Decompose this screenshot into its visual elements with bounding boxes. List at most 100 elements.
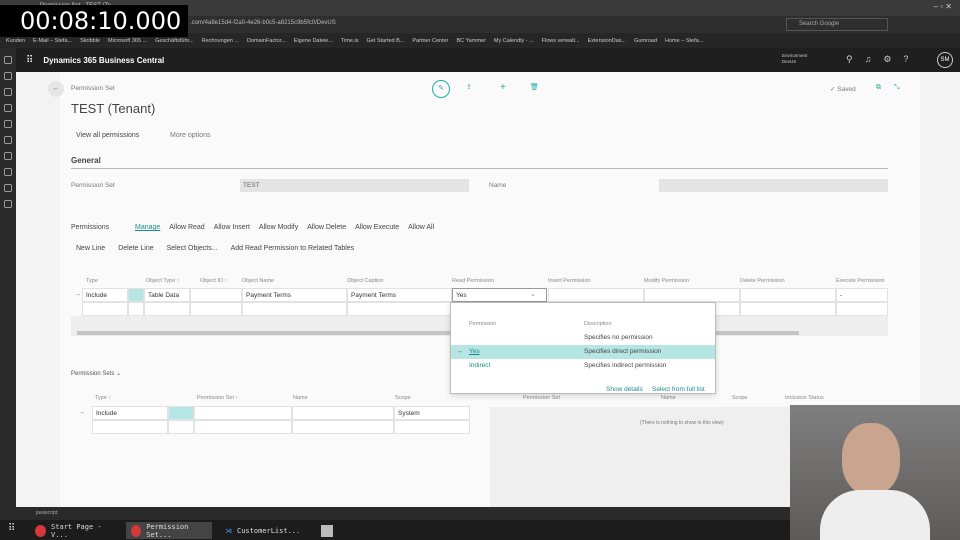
bookmark-item[interactable]: Time.is: [341, 38, 359, 44]
bookmark-item[interactable]: Geschäftsführ...: [155, 38, 194, 44]
cell: [194, 420, 292, 434]
avatar[interactable]: SM: [937, 52, 953, 68]
cell-text: Include: [86, 292, 107, 299]
cell: [548, 288, 644, 302]
bookmark-item[interactable]: Flows verwalt...: [542, 38, 580, 44]
cell-object-caption: Payment Terms: [347, 288, 452, 302]
column-header[interactable]: Read Permission: [452, 278, 494, 284]
bookmark-item[interactable]: DomainFactor...: [247, 38, 286, 44]
bookmark-item[interactable]: Partner Center: [412, 38, 448, 44]
column-header[interactable]: Modify Permission: [644, 278, 689, 284]
share-icon[interactable]: ⇪: [466, 83, 472, 91]
option-permission[interactable]: Indirect: [469, 362, 490, 369]
column-header[interactable]: Object Type ↑: [146, 278, 180, 284]
chevron-down-icon[interactable]: ⌄: [530, 290, 536, 298]
cell: [292, 420, 394, 434]
view-all-permissions-button[interactable]: View all permissions: [76, 132, 139, 139]
column-header[interactable]: Permission Set ↑: [197, 395, 238, 401]
translate-icon[interactable]: [4, 136, 12, 144]
tab-allow-insert[interactable]: Allow Insert: [214, 224, 250, 231]
action-button[interactable]: Select Objects...: [167, 245, 218, 252]
name-field[interactable]: [659, 179, 888, 192]
tab-allow-all[interactable]: Allow All: [408, 224, 434, 231]
select-from-full-list-link[interactable]: Select from full list: [652, 386, 705, 393]
cell: [394, 420, 470, 434]
header-icons[interactable]: ⚲♫⚙?: [846, 54, 920, 65]
taskbar-item[interactable]: [316, 522, 338, 539]
vivaldi-icon[interactable]: [4, 200, 12, 208]
bookmark-item[interactable]: Gumroad: [634, 38, 657, 44]
column-header[interactable]: Type: [86, 278, 98, 284]
taskbar-item[interactable]: Start Page - V...: [30, 522, 122, 539]
bookmark-item[interactable]: Home – Stefa...: [665, 38, 703, 44]
url-text[interactable]: .com/4a8e15d4-f2a0-4e26-b0c5-a8215c9b5fc…: [190, 20, 336, 26]
dropdown-option[interactable]: Specifies no permission: [451, 331, 715, 345]
start-icon[interactable]: ⠿: [8, 523, 15, 534]
option-permission[interactable]: Yes: [469, 348, 480, 355]
bookmark-icon[interactable]: [4, 56, 12, 64]
cell-text: Table Data: [148, 292, 180, 299]
bookmark-item[interactable]: Microsoft 365 ...: [108, 38, 147, 44]
dropdown-option[interactable]: Indirect Specifies indirect permission: [451, 359, 715, 373]
tab-allow-read[interactable]: Allow Read: [169, 224, 204, 231]
chat-icon[interactable]: [4, 168, 12, 176]
cell: [740, 288, 836, 302]
bookmark-item[interactable]: Rechnungen ...: [202, 38, 239, 44]
history-icon[interactable]: [4, 104, 12, 112]
window-controls[interactable]: – ▫ ✕: [934, 2, 952, 11]
taskbar-item[interactable]: Permission Set...: [126, 522, 212, 539]
column-header[interactable]: Delete Permission: [740, 278, 785, 284]
cell-text: -: [840, 292, 843, 299]
bookmark-item[interactable]: Get Started B...: [366, 38, 404, 44]
bookmark-item[interactable]: BC Yammer: [456, 38, 485, 44]
mastodon-icon[interactable]: [4, 184, 12, 192]
bookmark-item[interactable]: Eigene Dateie...: [294, 38, 333, 44]
cell-text: Yes: [456, 292, 467, 299]
delete-icon[interactable]: 🗑: [530, 83, 539, 91]
action-button[interactable]: Add Read Permission to Related Tables: [231, 245, 355, 252]
bookmark-item[interactable]: Kunden: [6, 38, 25, 44]
column-header[interactable]: Insert Permission: [548, 278, 591, 284]
column-header[interactable]: Execute Permission: [836, 278, 885, 284]
environment-badge[interactable]: Environment DevUS: [782, 53, 807, 65]
app-launcher-icon[interactable]: ⠿: [26, 55, 33, 66]
download-icon[interactable]: [4, 88, 12, 96]
column-header[interactable]: Object Caption: [347, 278, 383, 284]
tab-manage[interactable]: Manage: [135, 224, 160, 231]
notes-icon[interactable]: [4, 120, 12, 128]
bookmark-item[interactable]: E-Mail – Stefa...: [33, 38, 72, 44]
dropdown-option[interactable]: → Yes Specifies direct permission: [451, 345, 715, 359]
permission-set-field[interactable]: TEST: [240, 179, 469, 192]
show-details-link[interactable]: Show details: [606, 386, 643, 393]
search-input[interactable]: Search Google: [786, 18, 888, 31]
window-icon[interactable]: [4, 152, 12, 160]
bookmark-item[interactable]: My Calendly - ...: [494, 38, 534, 44]
action-button[interactable]: Delete Line: [118, 245, 153, 252]
add-icon[interactable]: +: [500, 82, 506, 93]
column-header[interactable]: Type ↑: [95, 395, 111, 401]
more-options-button[interactable]: More options: [170, 132, 210, 139]
timer-overlay: 00:08:10.000: [0, 5, 188, 37]
tab-allow-modify[interactable]: Allow Modify: [259, 224, 298, 231]
cell-text: Include: [96, 410, 117, 417]
edit-icon[interactable]: ✎: [432, 80, 450, 98]
bookmark-item[interactable]: ExtensionDas...: [588, 38, 627, 44]
column-header[interactable]: Object Name: [242, 278, 274, 284]
column-header[interactable]: Scope: [395, 395, 411, 401]
cell: System: [394, 406, 470, 420]
bookmark-item[interactable]: Skribble: [80, 38, 100, 44]
taskbar-item[interactable]: ⋊ CustomerList...: [220, 522, 310, 539]
vivaldi-icon: [35, 524, 47, 537]
permission-sets-heading[interactable]: Permission Sets ⌄: [71, 370, 121, 377]
action-button[interactable]: New Line: [76, 245, 105, 252]
reading-icon[interactable]: [4, 72, 12, 80]
permission-set-label: Permission Set: [71, 182, 115, 189]
collapse-icon[interactable]: ⤡: [894, 84, 900, 92]
back-button[interactable]: ←: [48, 81, 64, 97]
tab-allow-delete[interactable]: Allow Delete: [307, 224, 346, 231]
cell: [740, 302, 836, 316]
open-new-window-icon[interactable]: ⧉: [876, 84, 881, 92]
tab-allow-execute[interactable]: Allow Execute: [355, 224, 399, 231]
column-header[interactable]: Name: [293, 395, 308, 401]
column-header[interactable]: Object ID ↑: [200, 278, 227, 284]
